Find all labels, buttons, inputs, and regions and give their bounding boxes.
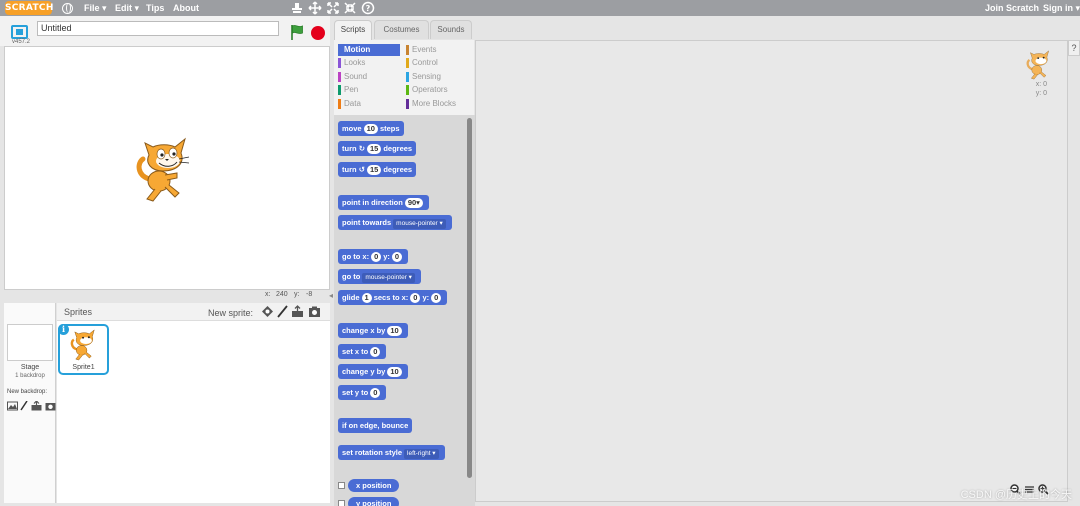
upload-sprite-icon[interactable] (291, 305, 304, 318)
sprite-library-icon[interactable] (261, 305, 274, 318)
category-events[interactable]: Events (406, 44, 468, 56)
y-value: -8 (306, 291, 313, 298)
camera-backdrop-icon[interactable] (45, 401, 56, 411)
block-change-x[interactable]: change x by 10 (338, 323, 408, 338)
sprite1-label: Sprite1 (72, 364, 95, 371)
stop-button[interactable] (311, 26, 325, 40)
sprites-header: Sprites New sprite: (57, 303, 330, 321)
block-help-icon[interactable]: ? (361, 0, 375, 16)
block-palette: move 10 steps turn ↻ 15 degrees turn ↺ 15 degr… (334, 115, 475, 506)
x-label: x: (265, 291, 271, 298)
block-go-to-xy[interactable]: go to x: 0 y: 0 (338, 249, 409, 264)
top-menu-bar: SCRATCH File ▾ Edit ▾ Tips About ? Join … (0, 0, 1080, 16)
backdrop-library-icon[interactable] (7, 401, 18, 411)
palette-scrollbar[interactable] (467, 118, 472, 478)
x-value: 240 (276, 291, 288, 298)
block-set-x[interactable]: set x to 0 (338, 344, 387, 359)
project-title-input[interactable]: Untitled (37, 21, 279, 36)
file-menu[interactable]: File ▾ (84, 0, 107, 16)
duplicate-stamp-icon[interactable] (290, 0, 304, 16)
category-sensing[interactable]: Sensing (406, 71, 468, 83)
grow-icon[interactable] (326, 0, 340, 16)
help-button[interactable]: ? (1068, 40, 1080, 56)
block-rotation-style[interactable]: set rotation style left-right ▾ (338, 445, 445, 460)
category-control[interactable]: Control (406, 57, 468, 69)
tab-costumes[interactable]: Costumes (374, 20, 429, 39)
block-glide[interactable]: glide 1 secs to x: 0 y: 0 (338, 290, 448, 305)
block-go-to[interactable]: go to mouse-pointer ▾ (338, 269, 421, 284)
camera-sprite-icon[interactable] (308, 305, 321, 318)
watermark: CSDN @历史上的今天 (960, 489, 1072, 501)
cat-sprite-icon[interactable] (135, 135, 197, 205)
stage-thumbnail[interactable] (7, 324, 53, 361)
backdrop-count: 1 backdrop (15, 373, 45, 379)
language-globe-icon[interactable] (62, 3, 73, 14)
block-categories: Motion Looks Sound Pen Data Events Contr… (334, 40, 474, 115)
backdrop-pane: Stage 1 backdrop New backdrop: (4, 303, 56, 503)
category-sound[interactable]: Sound (338, 71, 400, 83)
block-turn-counterclockwise[interactable]: turn ↺ 15 degrees (338, 162, 417, 177)
y-position-checkbox[interactable] (338, 500, 345, 506)
tab-sounds[interactable]: Sounds (430, 20, 472, 39)
sprite1-tile[interactable]: i Sprite1 (58, 324, 109, 375)
svg-text:?: ? (366, 4, 371, 13)
backdrop-tools (7, 401, 57, 413)
shrink-icon[interactable] (343, 0, 357, 16)
sprites-title: Sprites (64, 307, 93, 317)
category-operators[interactable]: Operators (406, 84, 468, 96)
reporter-y-position[interactable]: y position (348, 497, 400, 506)
green-flag-icon[interactable] (290, 24, 304, 40)
x-position-checkbox[interactable] (338, 482, 345, 489)
block-point-towards[interactable]: point towards mouse-pointer ▾ (338, 215, 452, 230)
version-label: v457.2 (12, 39, 31, 45)
y-label: y: (294, 291, 300, 298)
category-pen[interactable]: Pen (338, 84, 400, 96)
block-set-y[interactable]: set y to 0 (338, 385, 387, 400)
stage-header: v457.2 Untitled (0, 16, 330, 46)
paint-backdrop-icon[interactable] (20, 401, 28, 411)
category-more-blocks[interactable]: More Blocks (406, 98, 468, 110)
script-area-y: y: 0 (1035, 90, 1047, 97)
fullscreen-icon[interactable] (11, 25, 28, 39)
block-point-in-direction[interactable]: point in direction 90▾ (338, 195, 429, 210)
scratch-logo[interactable]: SCRATCH (5, 1, 53, 15)
about-menu[interactable]: About (173, 0, 199, 16)
stage-canvas[interactable] (4, 46, 330, 290)
stage-label: Stage (20, 364, 40, 371)
block-change-y[interactable]: change y by 10 (338, 364, 408, 379)
edit-menu[interactable]: Edit ▾ (115, 0, 139, 16)
block-bounce[interactable]: if on edge, bounce (338, 418, 413, 433)
join-scratch-link[interactable]: Join Scratch (985, 0, 1039, 16)
rotate-clockwise-icon: ↻ (358, 144, 365, 153)
delete-scissors-icon[interactable] (308, 0, 322, 16)
paint-sprite-icon[interactable] (276, 305, 289, 318)
category-motion[interactable]: Motion (338, 44, 400, 56)
script-area[interactable]: x: 0 y: 0 (475, 40, 1068, 502)
tab-scripts[interactable]: Scripts (334, 20, 372, 41)
current-sprite-icon (1026, 50, 1050, 80)
sprite-info-icon[interactable]: i (58, 324, 69, 335)
sign-in-menu[interactable]: Sign in ▾ (1043, 0, 1080, 16)
sprite1-thumbnail-icon (70, 329, 95, 361)
block-move-steps[interactable]: move 10 steps (338, 121, 404, 136)
reporter-x-position[interactable]: x position (348, 479, 400, 492)
stage-coordinates: x: 240 y: -8 (0, 290, 330, 302)
block-turn-clockwise[interactable]: turn ↻ 15 degrees (338, 141, 417, 156)
upload-backdrop-icon[interactable] (31, 401, 42, 411)
new-sprite-label: New sprite: (208, 308, 254, 318)
script-area-x: x: 0 (1035, 81, 1047, 88)
sprites-pane: Sprites New sprite: i Sprite1 (57, 303, 330, 503)
tips-menu[interactable]: Tips (146, 0, 164, 16)
rotate-counterclockwise-icon: ↺ (358, 165, 365, 174)
category-data[interactable]: Data (338, 98, 400, 110)
category-looks[interactable]: Looks (338, 57, 400, 69)
new-backdrop-label: New backdrop: (7, 389, 48, 395)
